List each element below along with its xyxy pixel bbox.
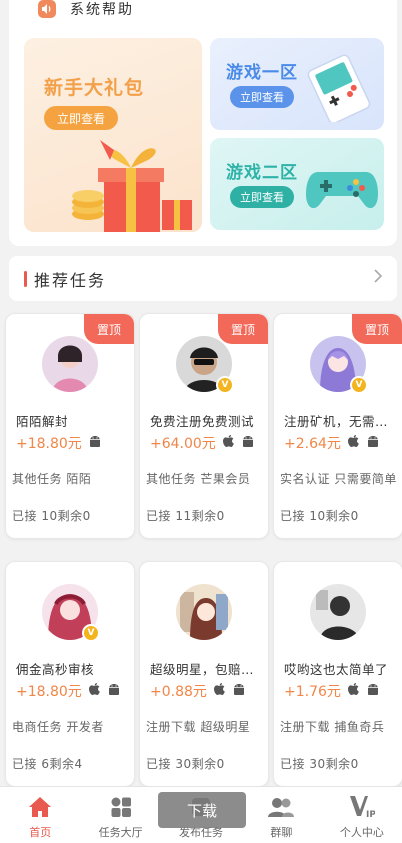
task-stats: 已接 11剩余0 — [146, 509, 225, 523]
tab-profile-label: 个人中心 — [339, 826, 384, 839]
task-price-row: +0.88元 — [150, 681, 246, 701]
apple-icon — [222, 434, 235, 452]
tab-task-hall-label: 任务大厅 — [98, 826, 143, 839]
task-price-row: +1.76元 — [284, 681, 380, 701]
gift-banner[interactable]: 新手大礼包 立即查看 — [24, 38, 202, 232]
home-icon — [28, 795, 52, 819]
task-name: 哎哟这也太简单了 — [284, 662, 389, 677]
game-zone-2-banner[interactable]: 游戏二区 立即查看 — [210, 138, 384, 230]
group-chat-icon — [268, 795, 295, 819]
tab-home[interactable]: 首页 — [0, 787, 80, 843]
avatar — [42, 336, 98, 392]
task-category: 实名认证 只需要简单 — [280, 472, 397, 486]
avatar — [310, 584, 366, 640]
system-help-label: 系统帮助 — [70, 2, 134, 18]
task-price-row: +18.80元 — [16, 681, 121, 701]
verified-icon: V — [216, 376, 234, 394]
task-stats: 已接 6剩余4 — [12, 757, 83, 771]
task-card[interactable]: V 佣金高秒审核 +18.80元 电商任务 开发者 已接 6剩余4 — [5, 561, 135, 787]
game-zone-2-title: 游戏二区 — [226, 163, 298, 183]
game-zone-1-button[interactable]: 立即查看 — [230, 86, 294, 108]
android-icon — [107, 683, 121, 700]
android-icon — [88, 435, 102, 452]
task-name: 陌陌解封 — [16, 414, 69, 429]
task-category: 其他任务 芒果会员 — [146, 472, 251, 486]
task-price-row: +2.64元 — [284, 433, 380, 453]
game-zone-2-button[interactable]: 立即查看 — [230, 186, 294, 208]
task-price: +64.00元 — [150, 436, 216, 452]
game-zone-1-banner[interactable]: 游戏一区 立即查看 — [210, 38, 384, 130]
tab-group-chat-label: 群聊 — [270, 826, 293, 839]
apple-icon — [213, 682, 226, 700]
chevron-right-icon — [373, 268, 383, 289]
task-price-row: +18.80元 — [16, 433, 102, 453]
android-icon — [366, 683, 380, 700]
task-card[interactable]: 置顶 陌陌解封 +18.80元 其他任务 陌陌 已接 10剩余0 — [5, 313, 135, 539]
task-card[interactable]: 置顶 V 免费注册免费测试 +64.00元 其他任务 芒果会员 已接 11剩余0 — [139, 313, 269, 539]
system-help[interactable]: 系统帮助 — [38, 0, 134, 18]
apple-icon — [347, 682, 360, 700]
gamepad-icon — [306, 172, 378, 209]
tab-group-chat[interactable]: 群聊 — [241, 787, 321, 843]
task-avatar — [310, 584, 366, 640]
task-card[interactable]: 置顶 V 注册矿机，无需实名 +2.64元 实名认证 只需要简单 已接 10剩余0 — [273, 313, 402, 539]
recommend-title: 推荐任务 — [34, 270, 107, 290]
verified-icon: V — [82, 624, 100, 642]
recommend-accent-bar — [24, 270, 27, 287]
gift-box-icon — [72, 140, 192, 232]
tab-profile[interactable]: IP 个人中心 — [322, 787, 402, 843]
task-name: 超级明星，包赔死的 — [150, 662, 266, 677]
task-category: 注册下载 捕鱼奇兵 — [280, 720, 385, 734]
gift-banner-title: 新手大礼包 — [44, 77, 145, 99]
download-toast: 下载 — [158, 792, 246, 828]
avatar — [176, 584, 232, 640]
task-avatar — [42, 336, 98, 392]
task-card[interactable]: 超级明星，包赔死的 +0.88元 注册下载 超级明星 已接 30剩余0 — [139, 561, 269, 787]
gameboy-icon — [307, 54, 371, 122]
task-price: +0.88元 — [150, 684, 207, 700]
task-stats: 已接 30剩余0 — [280, 757, 359, 771]
task-price: +18.80元 — [16, 436, 82, 452]
svg-text:IP: IP — [366, 810, 375, 819]
game-zone-1-title: 游戏一区 — [226, 63, 298, 83]
apple-icon — [88, 682, 101, 700]
android-icon — [366, 435, 380, 452]
task-card[interactable]: 哎哟这也太简单了 +1.76元 注册下载 捕鱼奇兵 已接 30剩余0 — [273, 561, 402, 787]
task-stats: 已接 10剩余0 — [280, 509, 359, 523]
task-avatar: V — [176, 336, 234, 394]
grid-icon — [110, 795, 132, 819]
task-category: 电商任务 开发者 — [12, 720, 104, 734]
task-price: +1.76元 — [284, 684, 341, 700]
task-avatar: V — [42, 584, 100, 642]
gift-view-button[interactable]: 立即查看 — [44, 106, 118, 130]
apple-icon — [347, 434, 360, 452]
tab-task-hall[interactable]: 任务大厅 — [80, 787, 160, 843]
task-category: 其他任务 陌陌 — [12, 472, 92, 486]
task-price: +18.80元 — [16, 684, 82, 700]
tab-home-label: 首页 — [29, 826, 52, 839]
task-stats: 已接 10剩余0 — [12, 509, 91, 523]
task-avatar — [176, 584, 232, 640]
android-icon — [232, 683, 246, 700]
task-avatar: V — [310, 336, 368, 394]
task-name: 佣金高秒审核 — [16, 662, 95, 677]
task-price-row: +64.00元 — [150, 433, 255, 453]
task-category: 注册下载 超级明星 — [146, 720, 251, 734]
recommend-header[interactable]: 推荐任务 — [9, 256, 397, 301]
task-name: 免费注册免费测试 — [150, 414, 255, 429]
speaker-icon — [38, 0, 56, 18]
task-stats: 已接 30剩余0 — [146, 757, 225, 771]
task-name: 注册矿机，无需实名 — [284, 414, 400, 429]
android-icon — [241, 435, 255, 452]
verified-icon: V — [350, 376, 368, 394]
task-price: +2.64元 — [284, 436, 341, 452]
vip-icon: IP — [349, 795, 375, 819]
